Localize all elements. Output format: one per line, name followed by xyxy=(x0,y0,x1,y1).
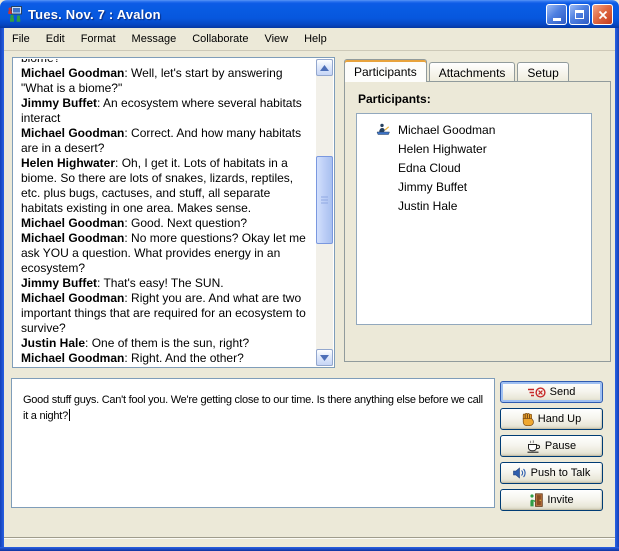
message-text: One of them is the sun, right? xyxy=(92,336,249,350)
speaker-name: Helen Highwater xyxy=(21,156,115,170)
name-separator: : xyxy=(115,156,122,170)
speaker-name: Michael Goodman xyxy=(21,351,124,365)
minimize-icon xyxy=(553,18,561,21)
participant-name: Jimmy Buffet xyxy=(398,180,467,194)
chat-messages: biome?Michael Goodman: Well, let's start… xyxy=(14,59,316,366)
invite-button[interactable]: Invite xyxy=(500,489,603,511)
tab[interactable]: Participants xyxy=(344,59,427,82)
send-label: Send xyxy=(550,386,576,398)
name-separator: : xyxy=(85,336,92,350)
pause-label: Pause xyxy=(545,440,576,452)
app-window: Tues. Nov. 7 : Avalon FileEditFormatMess… xyxy=(0,0,619,551)
speaker-name: Michael Goodman xyxy=(21,216,124,230)
message-input[interactable]: Good stuff guys. Can't fool you. We're g… xyxy=(11,378,495,508)
speaker-name: Jimmy Buffet xyxy=(21,96,97,110)
status-bar xyxy=(4,537,615,539)
maximize-icon xyxy=(575,10,584,19)
chat-message: Jimmy Buffet: An ecosystem where several… xyxy=(21,96,312,126)
speaker-name: Jimmy Buffet xyxy=(21,276,97,290)
menu-item[interactable]: Collaborate xyxy=(184,30,256,48)
app-icon xyxy=(7,6,23,22)
participant-name: Helen Highwater xyxy=(398,142,487,156)
participants-label: Participants: xyxy=(358,92,431,106)
chat-message: Helen Highwater: Oh, I get it. Lots of h… xyxy=(21,156,312,216)
chat-message: Michael Goodman: Well, let's start by an… xyxy=(21,66,312,96)
close-button[interactable] xyxy=(592,4,613,25)
menu-item[interactable]: Message xyxy=(124,30,185,48)
chat-transcript[interactable]: biome?Michael Goodman: Well, let's start… xyxy=(12,57,335,368)
hand-up-button[interactable]: Hand Up xyxy=(500,408,603,430)
invite-label: Invite xyxy=(547,494,573,506)
chat-message: Michael Goodman: Right. And the other? xyxy=(21,351,312,366)
participant-name: Michael Goodman xyxy=(398,123,495,137)
scrollbar-thumb[interactable] xyxy=(316,156,333,244)
window-controls xyxy=(546,4,613,25)
speaker-name: Michael Goodman xyxy=(21,291,124,305)
participant-name: Justin Hale xyxy=(398,199,457,213)
composer-text: Good stuff guys. Can't fool you. We're g… xyxy=(23,394,483,422)
chat-message: Michael Goodman: No more questions? Okay… xyxy=(21,231,312,276)
chat-message: Justin Hale: One of them is the sun, rig… xyxy=(21,336,312,351)
push-to-talk-button[interactable]: Push to Talk xyxy=(500,462,603,484)
speaker-name: Michael Goodman xyxy=(21,231,124,245)
chevron-up-icon xyxy=(320,65,329,71)
menu-item[interactable]: Edit xyxy=(38,30,73,48)
participants-list[interactable]: Michael Goodman Helen Highwater xyxy=(356,113,592,325)
message-text: That's easy! The SUN. xyxy=(103,276,223,290)
tab[interactable]: Setup xyxy=(517,62,568,81)
window-border-left xyxy=(0,28,4,551)
pause-icon xyxy=(527,440,541,453)
maximize-button[interactable] xyxy=(569,4,590,25)
speaker-name: Michael Goodman xyxy=(21,126,124,140)
participant-row[interactable]: Jimmy Buffet xyxy=(357,177,591,196)
menu-item[interactable]: File xyxy=(4,30,38,48)
send-button[interactable]: Send xyxy=(500,381,603,403)
menu-item[interactable]: Help xyxy=(296,30,335,48)
hand-up-icon xyxy=(522,413,534,426)
close-icon xyxy=(598,10,608,20)
invite-icon xyxy=(529,493,543,507)
scroll-down-button[interactable] xyxy=(316,349,333,366)
titlebar[interactable]: Tues. Nov. 7 : Avalon xyxy=(0,0,619,28)
participant-row[interactable]: Michael Goodman xyxy=(357,120,591,139)
hand-up-label: Hand Up xyxy=(538,413,581,425)
minimize-button[interactable] xyxy=(546,4,567,25)
menu-bar: FileEditFormatMessageCollaborateViewHelp xyxy=(4,28,615,51)
chevron-down-icon xyxy=(320,355,329,361)
participants-panel: Participants: Michael Goodman xyxy=(344,81,611,362)
typing-icon xyxy=(376,123,392,136)
chat-scrollbar[interactable] xyxy=(316,59,333,366)
chat-message: Michael Goodman: Good. Next question? xyxy=(21,216,312,231)
tab[interactable]: Attachments xyxy=(429,62,516,81)
send-icon xyxy=(528,387,546,398)
chat-message: Michael Goodman: Right you are. And what… xyxy=(21,291,312,336)
message-text: Good. Next question? xyxy=(131,216,247,230)
tab-strip: ParticipantsAttachmentsSetup xyxy=(344,59,569,81)
text-caret xyxy=(69,409,70,421)
chat-message: Jimmy Buffet: That's easy! The SUN. xyxy=(21,276,312,291)
chat-message: Michael Goodman: Correct. And how many h… xyxy=(21,126,312,156)
participant-row[interactable]: Edna Cloud xyxy=(357,158,591,177)
thumb-grip xyxy=(321,197,328,204)
participant-name: Edna Cloud xyxy=(398,161,461,175)
speaker-name: Justin Hale xyxy=(21,336,85,350)
message-text: Right. And the other? xyxy=(131,351,244,365)
participant-row[interactable]: Helen Highwater xyxy=(357,139,591,158)
push-to-talk-label: Push to Talk xyxy=(531,467,591,479)
participant-row[interactable]: Justin Hale xyxy=(357,196,591,215)
window-border-bottom xyxy=(0,547,619,551)
push-to-talk-icon xyxy=(513,467,527,479)
speaker-name: Michael Goodman xyxy=(21,66,124,80)
window-border-right xyxy=(615,28,619,551)
pause-button[interactable]: Pause xyxy=(500,435,603,457)
message-text: biome? xyxy=(21,59,60,65)
scroll-up-button[interactable] xyxy=(316,59,333,76)
menu-item[interactable]: Format xyxy=(73,30,124,48)
menu-item[interactable]: View xyxy=(256,30,296,48)
window-title: Tues. Nov. 7 : Avalon xyxy=(28,7,161,22)
chat-message: biome? xyxy=(21,59,312,66)
